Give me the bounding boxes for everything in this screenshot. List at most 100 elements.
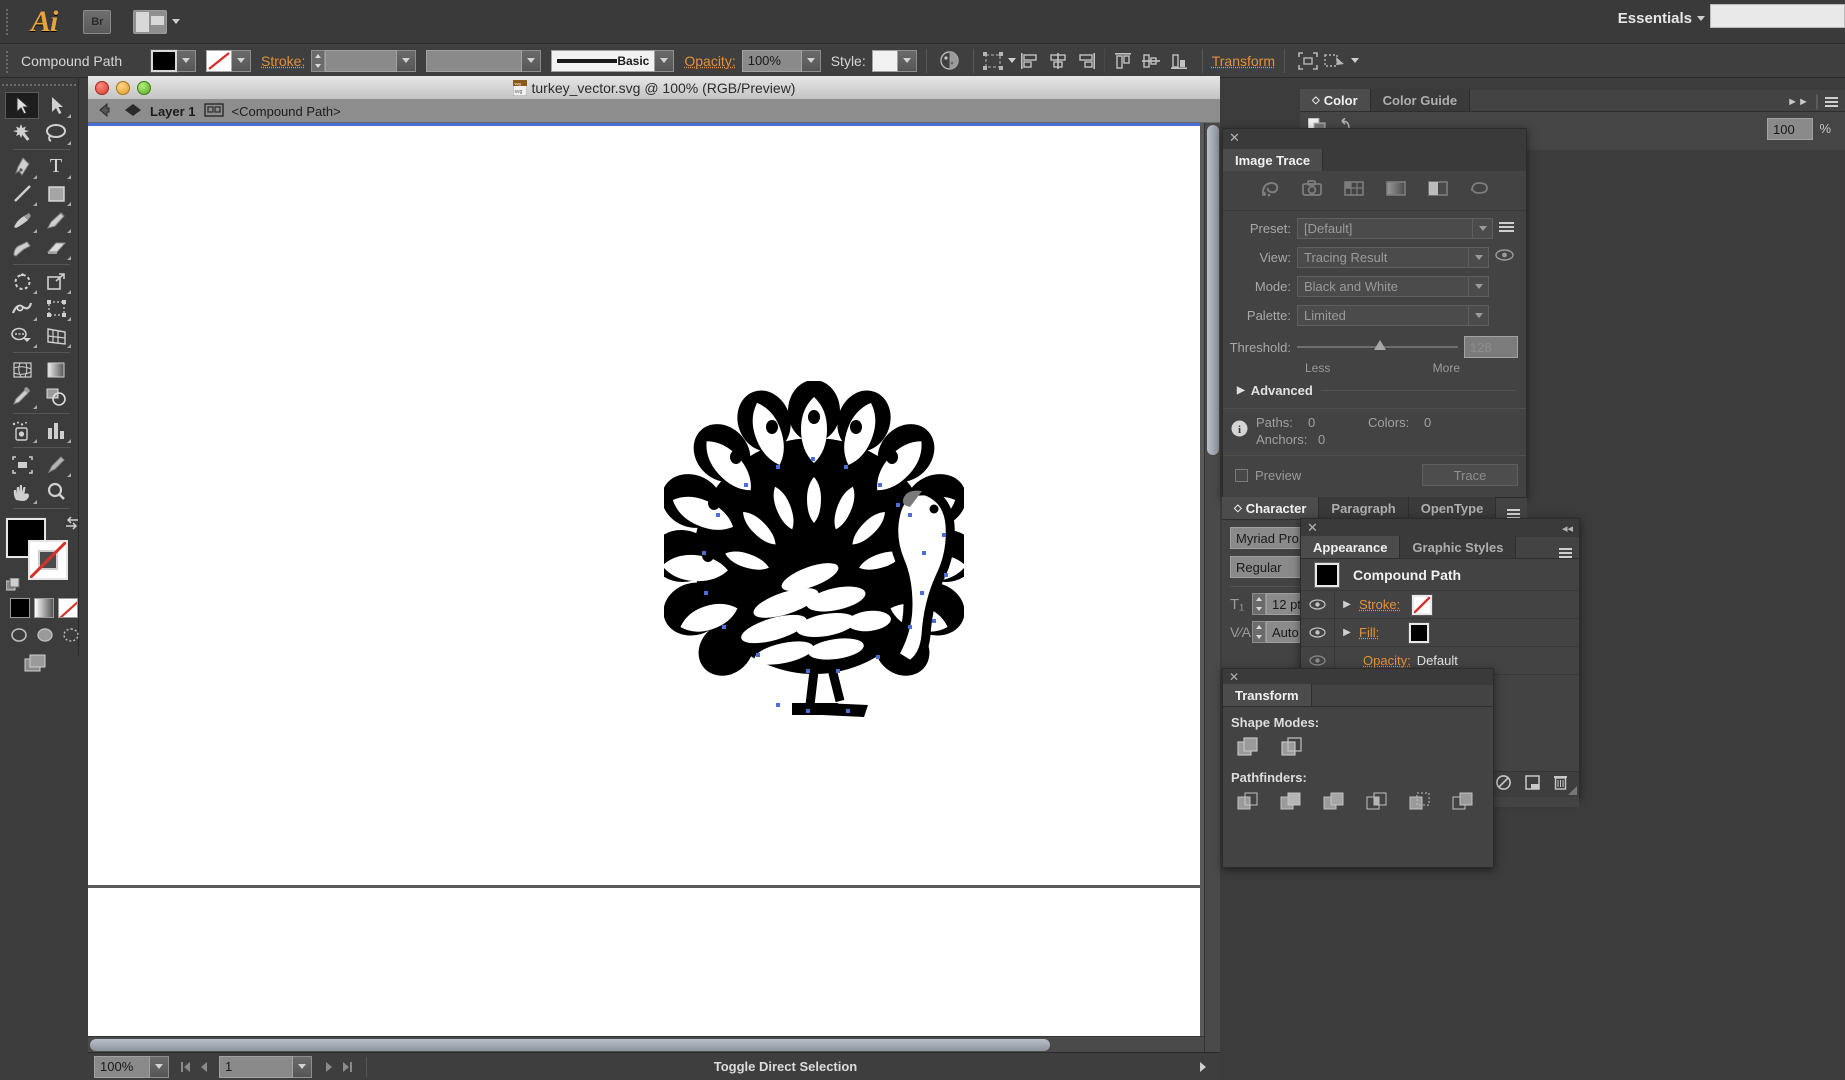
arrange-documents-button[interactable]	[111, 9, 181, 34]
last-artboard-button[interactable]	[338, 1058, 356, 1076]
tab-image-trace[interactable]: Image Trace	[1223, 149, 1324, 171]
high-color-icon[interactable]	[1301, 180, 1322, 201]
align-center-horizontal-icon[interactable]	[1046, 50, 1070, 72]
outline-icon[interactable]	[1405, 789, 1435, 815]
color-button[interactable]	[10, 598, 30, 618]
next-artboard-button[interactable]	[320, 1058, 338, 1076]
chevron-right-icon[interactable]: ▶	[1335, 599, 1359, 610]
black-white-icon[interactable]	[1427, 180, 1448, 201]
target-indicator-icon[interactable]	[203, 102, 224, 120]
turkey-vector-artwork[interactable]	[664, 381, 964, 726]
screen-mode-icon[interactable]	[24, 654, 78, 679]
status-text[interactable]: Toggle Direct Selection	[377, 1059, 1194, 1074]
rotate-tool[interactable]	[5, 268, 39, 295]
opacity-label[interactable]: Opacity:	[684, 53, 735, 69]
swap-fill-stroke-icon[interactable]	[64, 516, 80, 530]
gradient-tool[interactable]	[39, 356, 73, 383]
fill-visibility-icon[interactable]	[1301, 618, 1335, 647]
default-fill-stroke-icon[interactable]	[6, 578, 20, 592]
fill-row-label[interactable]: Fill:	[1359, 625, 1379, 640]
eye-icon[interactable]	[1495, 248, 1514, 266]
opacity-row-label[interactable]: Opacity:	[1363, 653, 1411, 668]
vertical-scrollbar[interactable]	[1204, 123, 1220, 1064]
stroke-visibility-icon[interactable]	[1301, 590, 1335, 619]
artboard-number-dropdown-arrow[interactable]	[293, 1055, 312, 1078]
align-bottom-icon[interactable]	[1167, 50, 1191, 72]
tab-opentype[interactable]: OpenType	[1408, 497, 1497, 519]
threshold-slider[interactable]	[1297, 338, 1458, 356]
stroke-weight-label[interactable]: Stroke:	[261, 53, 305, 69]
gradient-button[interactable]	[34, 598, 54, 618]
blend-tool[interactable]	[39, 383, 73, 410]
width-tool[interactable]	[5, 295, 39, 322]
chevron-right-icon[interactable]: ▶	[1335, 627, 1359, 638]
mesh-tool[interactable]	[5, 356, 39, 383]
stroke-dropdown-arrow[interactable]	[232, 49, 251, 72]
close-icon[interactable]: ✕	[1229, 670, 1239, 684]
grayscale-icon[interactable]	[1385, 180, 1406, 201]
resize-grip[interactable]	[1568, 786, 1577, 795]
artboard-lower[interactable]	[88, 888, 1200, 1058]
perspective-grid-tool[interactable]	[39, 322, 73, 349]
transform-panel-link[interactable]: Transform	[1212, 53, 1275, 69]
selection-tool[interactable]	[5, 92, 39, 119]
unite-icon[interactable]	[1233, 734, 1263, 760]
stroke-weight-stepper[interactable]	[311, 49, 326, 72]
trace-button[interactable]: Trace	[1422, 464, 1518, 486]
delete-item-icon[interactable]	[1554, 775, 1567, 795]
direct-selection-tool[interactable]	[39, 92, 73, 119]
tint-input[interactable]: 100	[1767, 118, 1813, 140]
merge-icon[interactable]	[1319, 789, 1349, 815]
document-titlebar[interactable]: svg svg turkey_vector.svg @ 100% (RGB/Pre…	[88, 76, 1220, 100]
line-segment-tool[interactable]	[5, 180, 39, 207]
zoom-level-dropdown-arrow[interactable]	[150, 1055, 169, 1078]
stroke-color-swatch[interactable]	[206, 49, 232, 72]
pen-tool[interactable]	[5, 153, 39, 180]
preset-select[interactable]: [Default]	[1297, 217, 1493, 239]
opacity-dropdown-arrow[interactable]	[801, 49, 821, 72]
first-artboard-button[interactable]	[177, 1058, 195, 1076]
duplicate-item-icon[interactable]	[1525, 774, 1540, 795]
minus-front-icon[interactable]	[1277, 734, 1307, 760]
preset-menu-icon[interactable]	[1499, 222, 1514, 234]
hand-tool[interactable]	[5, 478, 39, 505]
align-center-vertical-icon[interactable]	[1139, 50, 1163, 72]
stroke-profile-input[interactable]	[426, 49, 523, 72]
fill-color-swatch[interactable]	[150, 48, 178, 73]
appearance-fill-row[interactable]: ▶ Fill:	[1301, 618, 1579, 647]
crop-icon[interactable]	[1362, 789, 1392, 815]
draw-inside-icon[interactable]	[62, 626, 82, 644]
status-menu-arrow[interactable]	[1194, 1058, 1212, 1076]
artboard[interactable]	[88, 123, 1200, 885]
pencil-tool[interactable]	[39, 207, 73, 234]
preview-checkbox[interactable]	[1235, 468, 1248, 482]
horizontal-scrollbar[interactable]	[88, 1036, 1204, 1052]
auto-color-icon[interactable]	[1260, 180, 1280, 202]
artboard-number-input[interactable]: 1	[219, 1055, 293, 1078]
close-icon[interactable]: ✕	[1307, 520, 1318, 536]
advanced-disclosure[interactable]: ▶ Advanced	[1237, 383, 1526, 398]
mode-select[interactable]: Black and White	[1297, 275, 1489, 297]
panel-menu-icon[interactable]	[1559, 548, 1572, 558]
fill-row-swatch[interactable]	[1408, 621, 1431, 644]
low-color-icon[interactable]	[1343, 180, 1364, 201]
canvas-area[interactable]	[88, 123, 1220, 1080]
stroke-row-swatch[interactable]	[1411, 593, 1434, 616]
opacity-mask-icon[interactable]	[938, 50, 962, 72]
font-family-input[interactable]: Myriad Pro	[1230, 527, 1308, 549]
zoom-tool[interactable]	[39, 478, 73, 505]
opacity-input[interactable]: 100%	[741, 49, 802, 72]
previous-artboard-button[interactable]	[195, 1058, 213, 1076]
tab-transform[interactable]: Transform	[1223, 684, 1312, 706]
appearance-stroke-row[interactable]: ▶ Stroke:	[1301, 590, 1579, 619]
paintbrush-tool[interactable]	[5, 207, 39, 234]
tools-drag-handle[interactable]	[0, 78, 78, 92]
scale-tool[interactable]	[39, 268, 73, 295]
stroke-weight-input[interactable]	[325, 49, 398, 72]
tab-color[interactable]: ◇ Color	[1300, 89, 1371, 111]
font-size-stepper[interactable]	[1252, 593, 1266, 615]
appbar-drag-handle[interactable]	[3, 6, 13, 37]
eyedropper-tool[interactable]	[5, 383, 39, 410]
workspace-switcher[interactable]: Essentials	[1618, 10, 1705, 27]
align-left-icon[interactable]	[1018, 50, 1042, 72]
